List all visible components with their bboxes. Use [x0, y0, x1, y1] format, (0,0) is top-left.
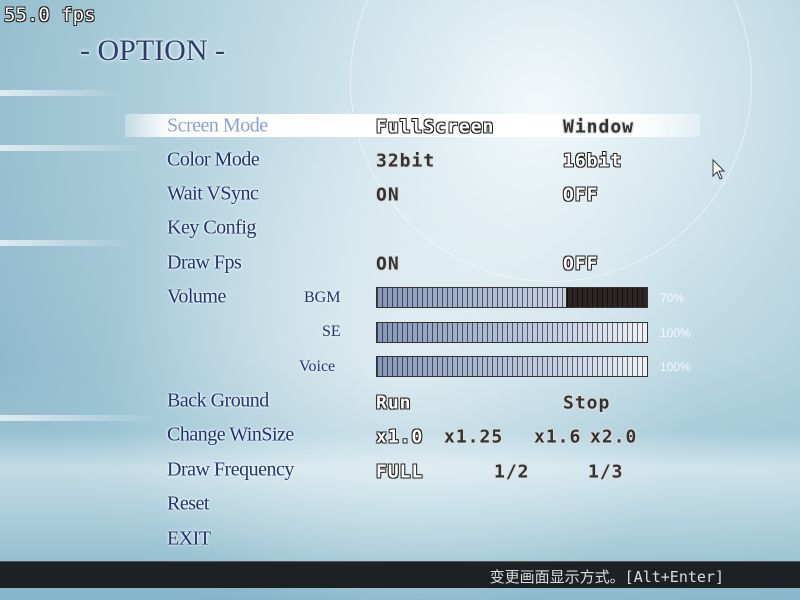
menu-screen-mode[interactable]: Screen Mode — [167, 115, 268, 138]
option-fps-on[interactable]: ON — [376, 254, 400, 275]
option-half[interactable]: 1/2 — [494, 462, 530, 483]
menu-back-ground[interactable]: Back Ground — [167, 390, 269, 413]
light-streak — [0, 240, 130, 246]
volume-voice-slider[interactable] — [376, 356, 648, 377]
menu-key-config[interactable]: Key Config — [167, 217, 256, 240]
option-fps-off[interactable]: OFF — [563, 254, 599, 275]
option-vsync-off[interactable]: OFF — [563, 185, 599, 206]
volume-se-label: SE — [322, 323, 341, 340]
light-streak — [0, 415, 160, 421]
option-x2-0[interactable]: x2.0 — [590, 427, 637, 448]
volume-voice-value: 100% — [660, 360, 691, 374]
menu-change-winsize[interactable]: Change WinSize — [167, 424, 294, 447]
menu-reset[interactable]: Reset — [167, 493, 209, 516]
status-bar: 变更画面显示方式。[Alt+Enter] — [0, 561, 800, 588]
volume-bgm-slider[interactable] — [376, 287, 648, 308]
page-title: - OPTION - — [80, 34, 225, 67]
option-window[interactable]: Window — [563, 117, 634, 138]
volume-voice-label: Voice — [299, 358, 336, 375]
option-run[interactable]: Run — [376, 393, 412, 414]
volume-bgm-value: 70% — [660, 291, 685, 305]
menu-exit[interactable]: EXIT — [167, 528, 211, 551]
option-32bit[interactable]: 32bit — [376, 151, 435, 172]
volume-bgm-label: BGM — [304, 289, 341, 306]
fps-counter: 55.0 fps — [4, 4, 96, 26]
option-x1-25[interactable]: x1.25 — [444, 427, 503, 448]
option-third[interactable]: 1/3 — [588, 462, 624, 483]
menu-draw-fps[interactable]: Draw Fps — [167, 252, 242, 275]
volume-se-value: 100% — [660, 326, 691, 340]
menu-wait-vsync[interactable]: Wait VSync — [167, 183, 259, 206]
option-full[interactable]: FULL — [376, 462, 423, 483]
menu-volume[interactable]: Volume — [167, 286, 226, 309]
status-text: 变更画面显示方式。[Alt+Enter] — [489, 568, 724, 586]
option-stop[interactable]: Stop — [563, 393, 610, 414]
volume-se-slider[interactable] — [376, 322, 648, 343]
mouse-cursor-icon — [712, 158, 726, 186]
option-x1-6[interactable]: x1.6 — [534, 427, 581, 448]
option-x1-0[interactable]: x1.0 — [376, 427, 423, 448]
menu-color-mode[interactable]: Color Mode — [167, 149, 260, 172]
menu-draw-frequency[interactable]: Draw Frequency — [167, 459, 294, 482]
option-vsync-on[interactable]: ON — [376, 185, 400, 206]
option-16bit[interactable]: 16bit — [563, 151, 622, 172]
light-streak — [0, 90, 120, 96]
light-streak — [0, 145, 150, 151]
option-fullscreen[interactable]: FullScreen — [376, 117, 494, 138]
